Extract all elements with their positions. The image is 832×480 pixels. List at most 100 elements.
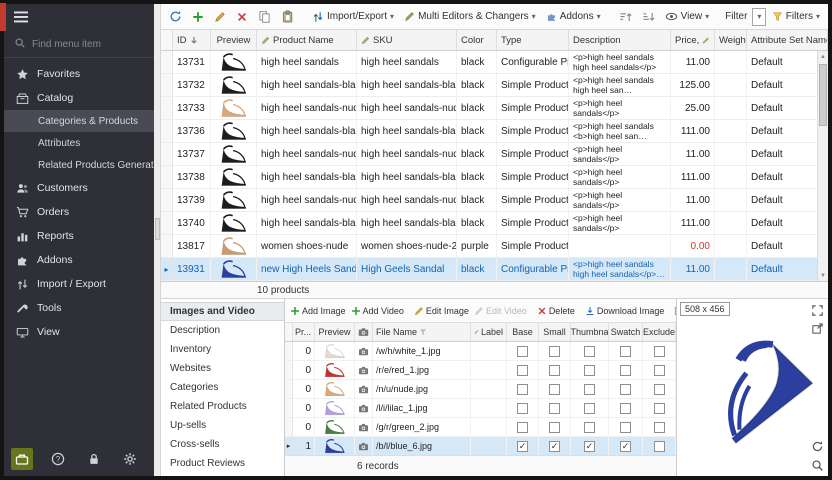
column-header-preview[interactable]: Preview	[211, 30, 257, 50]
edit-video-button[interactable]: Edit Video	[472, 304, 529, 318]
lock-icon[interactable]	[83, 448, 105, 470]
thumbnail-checkbox[interactable]	[584, 384, 595, 395]
category-filter-select[interactable]: Show products from selected categories▾	[752, 8, 765, 26]
small-checkbox[interactable]	[549, 422, 560, 433]
exclude-checkbox[interactable]	[654, 403, 665, 414]
media-row[interactable]: 0/n/u/nude.jpg	[285, 380, 676, 399]
exclude-checkbox[interactable]	[654, 346, 665, 357]
thumbnail-checkbox[interactable]	[584, 422, 595, 433]
column-header-camera[interactable]	[355, 323, 373, 341]
import-export-menu[interactable]: Import/Export▾	[308, 9, 398, 25]
column-header-exclude[interactable]: Exclude	[643, 323, 676, 341]
exclude-checkbox[interactable]	[654, 365, 665, 376]
small-checkbox[interactable]	[549, 365, 560, 376]
small-checkbox[interactable]	[549, 346, 560, 357]
paste-button[interactable]	[277, 8, 298, 25]
sidebar-item-addons[interactable]: Addons	[4, 248, 154, 272]
product-row[interactable]: 13733high heel sandals-nudehigh heel san…	[161, 97, 828, 120]
product-row[interactable]: 13737high heel sandals-nude-36high heel …	[161, 143, 828, 166]
swatch-checkbox[interactable]	[620, 346, 631, 357]
column-header-small[interactable]: Small	[539, 323, 571, 341]
tab-inventory[interactable]: Inventory	[161, 340, 284, 359]
product-row[interactable]: 13739high heel sandals-nude-37high heel …	[161, 189, 828, 212]
column-header-type[interactable]: Type	[497, 30, 569, 50]
panel-splitter[interactable]	[154, 4, 161, 476]
tab-up-sells[interactable]: Up-sells	[161, 416, 284, 435]
tab-cross-sells[interactable]: Cross-sells	[161, 435, 284, 454]
edit-image-button[interactable]: Edit Image	[412, 304, 471, 318]
multi-editors-menu[interactable]: Multi Editors & Changers▾	[400, 9, 540, 24]
set-resize-rule-button[interactable]: Set Resize Rule	[672, 304, 676, 318]
column-header-price[interactable]: Price,	[671, 30, 715, 50]
product-row[interactable]: 13732high heel sandals-blackhigh heel sa…	[161, 74, 828, 97]
download-image-button[interactable]: Download Image	[583, 304, 667, 318]
sidebar-item-customers[interactable]: Customers	[4, 176, 154, 200]
sort-ascending-button[interactable]	[615, 9, 636, 25]
exclude-checkbox[interactable]	[654, 384, 665, 395]
thumbnail-checkbox[interactable]	[584, 365, 595, 376]
help-icon[interactable]: ?	[47, 448, 69, 470]
sidebar-item-related-products-generator[interactable]: Related Products Generator	[4, 154, 154, 176]
tab-images-and-video[interactable]: Images and Video	[161, 302, 284, 321]
sidebar-item-categories-products[interactable]: Categories & Products	[4, 110, 154, 132]
sidebar-item-attributes[interactable]: Attributes	[4, 132, 154, 154]
column-header-color[interactable]: Color	[457, 30, 497, 50]
menu-search-input[interactable]	[32, 39, 136, 50]
column-header-file-name[interactable]: File Name	[373, 323, 471, 341]
column-header-description[interactable]: Description	[569, 30, 671, 50]
product-row[interactable]: 13817women shoes-nudewomen shoes-nude-2p…	[161, 235, 828, 258]
swatch-checkbox[interactable]	[620, 422, 631, 433]
hamburger-menu-icon[interactable]	[13, 10, 29, 27]
edit-button[interactable]	[210, 9, 230, 25]
tab-categories[interactable]: Categories	[161, 378, 284, 397]
addons-menu[interactable]: Addons▾	[542, 9, 605, 24]
thumbnail-checkbox[interactable]	[584, 403, 595, 414]
media-row[interactable]: 0/w/h/white_1.jpg	[285, 342, 676, 361]
tab-related-products[interactable]: Related Products	[161, 397, 284, 416]
product-row[interactable]: ▸13931new High Heels SandalsHigh Geels S…	[161, 258, 828, 281]
view-menu[interactable]: View▾	[661, 9, 714, 24]
column-header-id[interactable]: ID	[173, 30, 211, 50]
sidebar-item-view[interactable]: View	[4, 320, 154, 344]
product-row[interactable]: 13738high heel sandals-black-37high heel…	[161, 166, 828, 189]
scroll-up-arrow[interactable]: ▲	[818, 51, 828, 62]
column-header-thumbnail[interactable]: Thumbna	[571, 323, 609, 341]
zoom-icon[interactable]	[809, 457, 825, 473]
column-header-sku[interactable]: SKU	[357, 30, 457, 50]
product-row[interactable]: 13731high heel sandalshigh heel sandalsb…	[161, 51, 828, 74]
column-header-attribute-set[interactable]: Attribute Set Name	[747, 30, 828, 50]
column-header-swatch[interactable]: Swatch	[609, 323, 643, 341]
media-row[interactable]: 0/g/r/green_2.jpg	[285, 418, 676, 437]
column-header-weight[interactable]: Weight	[715, 30, 747, 50]
sidebar-item-tools[interactable]: Tools	[4, 296, 154, 320]
sidebar-item-catalog[interactable]: Catalog	[4, 86, 154, 110]
refresh-button[interactable]	[165, 8, 186, 25]
thumbnail-checkbox[interactable]: ✓	[584, 441, 595, 452]
vertical-scrollbar[interactable]: ▲ ▼	[817, 51, 828, 281]
column-header-position[interactable]: Pr...	[293, 323, 315, 341]
swatch-checkbox[interactable]	[620, 384, 631, 395]
base-checkbox[interactable]	[517, 384, 528, 395]
exclude-checkbox[interactable]	[654, 441, 665, 452]
add-image-button[interactable]: Add Image	[288, 304, 348, 318]
swatch-checkbox[interactable]: ✓	[620, 441, 631, 452]
product-row[interactable]: 13740high heel sandals-black-38high heel…	[161, 212, 828, 235]
sidebar-item-import-export[interactable]: Import / Export	[4, 272, 154, 296]
swatch-checkbox[interactable]	[620, 403, 631, 414]
tab-description[interactable]: Description	[161, 321, 284, 340]
swatch-checkbox[interactable]	[620, 365, 631, 376]
sidebar-item-favorites[interactable]: Favorites	[4, 62, 154, 86]
base-checkbox[interactable]	[517, 403, 528, 414]
delete-image-button[interactable]: Delete	[535, 304, 577, 318]
column-header-base[interactable]: Base	[507, 323, 539, 341]
copy-button[interactable]	[254, 8, 275, 25]
rotate-icon[interactable]	[809, 438, 825, 454]
tab-websites[interactable]: Websites	[161, 359, 284, 378]
gear-icon[interactable]	[119, 448, 141, 470]
tab-product-reviews[interactable]: Product Reviews	[161, 454, 284, 473]
base-checkbox[interactable]: ✓	[517, 441, 528, 452]
scrollbar-thumb[interactable]	[819, 64, 827, 126]
scroll-down-arrow[interactable]: ▼	[818, 270, 828, 281]
store-icon[interactable]	[11, 448, 33, 470]
media-row[interactable]: ▸1/b/l/blue_6.jpg✓✓✓✓	[285, 437, 676, 455]
